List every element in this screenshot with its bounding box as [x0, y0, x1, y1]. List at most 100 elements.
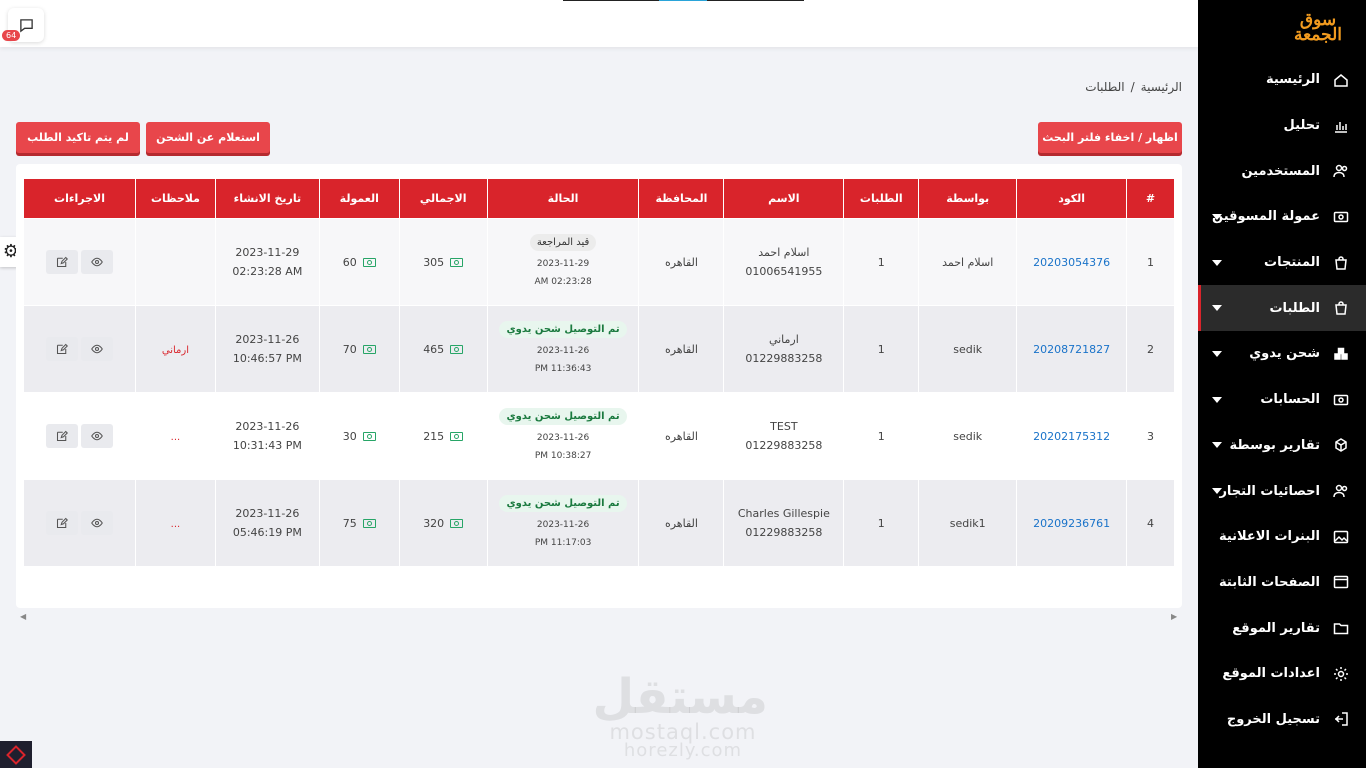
- table-body: 1 20203054376 اسلام احمد 1 اسلام احمد 0100654…: [23, 218, 1175, 567]
- status-date: 2023-11-26: [536, 345, 590, 356]
- unconfirmed-orders-button[interactable]: لم يتم تاكيد الطلب: [16, 122, 140, 153]
- commission-cell: 70: [318, 305, 400, 393]
- breadcrumb-home[interactable]: الرئيسية: [1141, 80, 1182, 94]
- eye-icon: [91, 257, 103, 267]
- caret-down-icon[interactable]: [1212, 442, 1222, 449]
- edit-button[interactable]: [45, 337, 78, 361]
- row-index: 3: [1126, 392, 1175, 480]
- view-button[interactable]: [80, 337, 113, 361]
- window-icon: [1332, 573, 1350, 591]
- caret-down-icon[interactable]: [1212, 213, 1222, 220]
- customer-phone: 01229883258: [745, 439, 823, 452]
- sidebar-item-5[interactable]: الطلبات: [1198, 285, 1366, 332]
- sidebar-item-7[interactable]: الحسابات: [1198, 377, 1366, 423]
- status-cell: تم التوصيل شحن يدوي 2023-11-26 11:36:43 PM: [486, 305, 640, 393]
- sidebar-item-0[interactable]: الرئيسية: [1198, 57, 1366, 103]
- order-count: 1: [843, 392, 920, 480]
- sidebar-item-label: الصفحات الثابتة: [1219, 574, 1320, 590]
- money-icon: [362, 431, 376, 441]
- watermark-line2: horezly.com: [623, 740, 743, 761]
- total-cell: 215: [398, 392, 488, 480]
- sidebar-item-1[interactable]: تحليل: [1198, 103, 1366, 149]
- notes-cell: [134, 218, 216, 306]
- customer-cell: ارماني 01229883258: [723, 305, 845, 393]
- edit-button[interactable]: [45, 424, 78, 448]
- total-value: 305: [423, 255, 445, 269]
- order-by: اسلام احمد: [918, 218, 1018, 306]
- total-value: 320: [423, 516, 445, 530]
- sidebar-item-12[interactable]: تقارير الموقع: [1198, 605, 1366, 651]
- sidebar-item-10[interactable]: البنرات الاعلانية: [1198, 514, 1366, 560]
- caret-down-icon[interactable]: [1212, 488, 1222, 495]
- column-header: الاجراءات: [23, 178, 136, 219]
- customer-cell: TEST 01229883258: [723, 392, 845, 480]
- created-date: 2023-11-26: [235, 507, 300, 520]
- bosta-icon: [1332, 436, 1350, 454]
- sidebar-item-label: شحن يدوي: [1249, 346, 1320, 362]
- order-by: sedik1: [918, 479, 1018, 567]
- app-corner-logo: [0, 741, 32, 768]
- edit-icon: [56, 517, 68, 529]
- status-time: 10:38:27 PM: [534, 450, 592, 461]
- sidebar-item-13[interactable]: اعدادات الموقع: [1198, 651, 1366, 697]
- logout-icon: [1332, 710, 1350, 728]
- caret-down-icon[interactable]: [1212, 396, 1222, 403]
- toggle-filter-button[interactable]: اظهار / اخفاء فلتر البحث: [1038, 122, 1182, 153]
- column-header: المحافظة: [638, 178, 725, 219]
- bag-icon: [1332, 299, 1350, 317]
- sidebar-item-label: احصائيات التجار: [1219, 483, 1320, 499]
- created-time: 10:31:43 PM: [232, 439, 302, 452]
- commission-cell: 30: [318, 392, 400, 480]
- created-cell: 2023-11-26 10:31:43 PM: [214, 392, 320, 480]
- order-code-cell: 20208721827: [1016, 305, 1128, 393]
- edit-icon: [56, 430, 68, 442]
- actions-cell: [23, 479, 136, 567]
- created-cell: 2023-11-26 10:46:57 PM: [214, 305, 320, 393]
- sidebar-item-4[interactable]: المنتجات: [1198, 240, 1366, 286]
- edit-button[interactable]: [45, 511, 78, 535]
- watermark-arabic: مستقل: [592, 669, 768, 725]
- breadcrumb-separator: /: [1130, 80, 1135, 94]
- caret-down-icon[interactable]: [1212, 305, 1222, 312]
- bag-icon: [1332, 254, 1350, 272]
- created-time: 10:46:57 PM: [232, 352, 302, 365]
- status-badge: تم التوصيل شحن يدوي: [499, 407, 627, 425]
- sidebar-item-6[interactable]: شحن يدوي: [1198, 331, 1366, 377]
- order-code-link[interactable]: 20202175312: [1033, 430, 1110, 443]
- brand-logo[interactable]: سوق الجمعة: [1284, 12, 1352, 44]
- order-code-link[interactable]: 20203054376: [1033, 256, 1110, 269]
- created-date: 2023-11-26: [235, 420, 300, 433]
- scroll-left-arrow[interactable]: ◀: [20, 612, 26, 621]
- scroll-right-arrow[interactable]: ▶: [1171, 612, 1177, 621]
- view-button[interactable]: [80, 511, 113, 535]
- total-cell: 465: [398, 305, 488, 393]
- sidebar-item-11[interactable]: الصفحات الثابتة: [1198, 560, 1366, 606]
- customer-cell: Charles Gillespie 01229883258: [723, 479, 845, 567]
- customer-phone: 01229883258: [745, 526, 823, 539]
- edit-button[interactable]: [45, 250, 78, 274]
- order-code-link[interactable]: 20209236761: [1033, 517, 1110, 530]
- order-code-link[interactable]: 20208721827: [1033, 343, 1110, 356]
- order-note: ارماني: [161, 344, 190, 356]
- row-index: 2: [1126, 305, 1175, 393]
- caret-down-icon[interactable]: [1212, 350, 1222, 357]
- sidebar-item-2[interactable]: المستخدمين: [1198, 148, 1366, 194]
- sidebar-item-9[interactable]: احصائيات التجار: [1198, 468, 1366, 514]
- column-header: #: [1126, 178, 1175, 219]
- status-cell: تم التوصيل شحن يدوي 2023-11-26 10:38:27 PM: [486, 392, 640, 480]
- sidebar-item-8[interactable]: تقارير بوسطة: [1198, 423, 1366, 469]
- eye-icon: [91, 431, 103, 441]
- sidebar-item-label: تحليل: [1283, 118, 1320, 134]
- orders-table: # الكود بواسطة الطلبات الاسم المحافظة الحالة ال…: [23, 178, 1175, 567]
- actions-cell: [23, 392, 136, 480]
- chart-icon: [1332, 117, 1350, 135]
- sidebar-item-14[interactable]: تسجيل الخروج: [1198, 697, 1366, 743]
- watermark: مستقل mostaql.com horezly.com: [592, 669, 768, 761]
- view-button[interactable]: [80, 250, 113, 274]
- notes-cell: ...: [134, 479, 216, 567]
- sidebar-item-3[interactable]: عمولة المسوقين: [1198, 194, 1366, 240]
- view-button[interactable]: [80, 424, 113, 448]
- shipping-inquiry-button[interactable]: استعلام عن الشحن: [146, 122, 270, 153]
- sidebar-item-label: البنرات الاعلانية: [1218, 529, 1320, 545]
- caret-down-icon[interactable]: [1212, 259, 1222, 266]
